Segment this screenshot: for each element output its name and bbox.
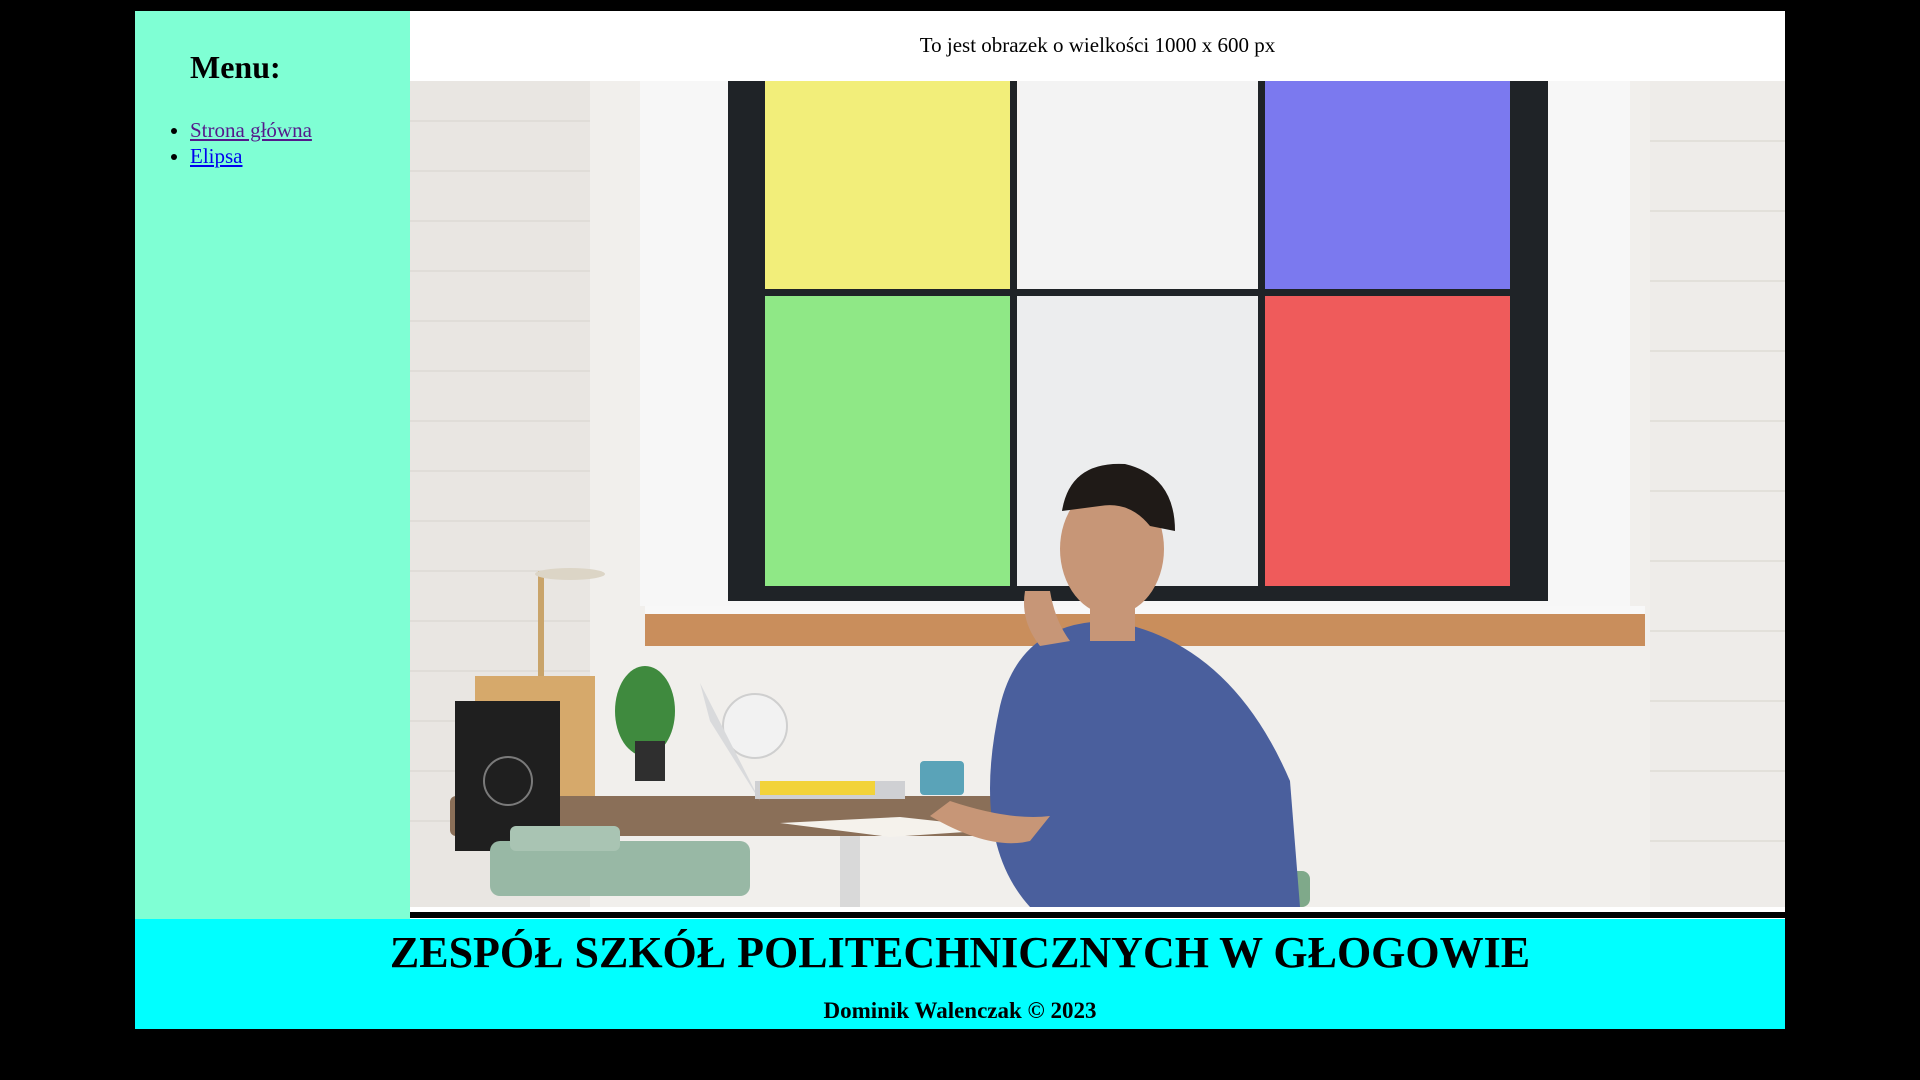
window-pane-blue — [1265, 81, 1510, 289]
window-pane-red — [1265, 296, 1510, 586]
window-pane-green — [765, 296, 1010, 586]
page: Menu: Strona główna Elipsa To jest obraz… — [135, 11, 1785, 1029]
hero-image — [410, 81, 1785, 907]
window-pane-white-top — [1017, 81, 1258, 289]
sidebar: Menu: Strona główna Elipsa — [135, 11, 410, 919]
footer-credit: Dominik Walenczak © 2023 — [823, 998, 1097, 1023]
image-caption: To jest obrazek o wielkości 1000 x 600 p… — [919, 33, 1276, 57]
menu-heading: Menu: — [190, 49, 281, 85]
footer: ZESPÓŁ SZKÓŁ POLITECHNICZNYCH W GŁOGOWIE… — [135, 919, 1785, 1029]
main-content: To jest obrazek o wielkości 1000 x 600 p… — [410, 11, 1785, 919]
home-link[interactable]: Strona główna — [190, 118, 312, 142]
mug — [920, 761, 964, 795]
menu-item-home: Strona główna — [190, 117, 312, 143]
divider — [410, 912, 1785, 918]
menu-item-ellipse: Elipsa — [190, 143, 312, 169]
ellipse-link[interactable]: Elipsa — [190, 144, 243, 168]
school-name: ZESPÓŁ SZKÓŁ POLITECHNICZNYCH W GŁOGOWIE — [389, 928, 1531, 977]
window-pane-yellow — [765, 81, 1010, 289]
menu-list: Strona główna Elipsa — [190, 117, 312, 169]
